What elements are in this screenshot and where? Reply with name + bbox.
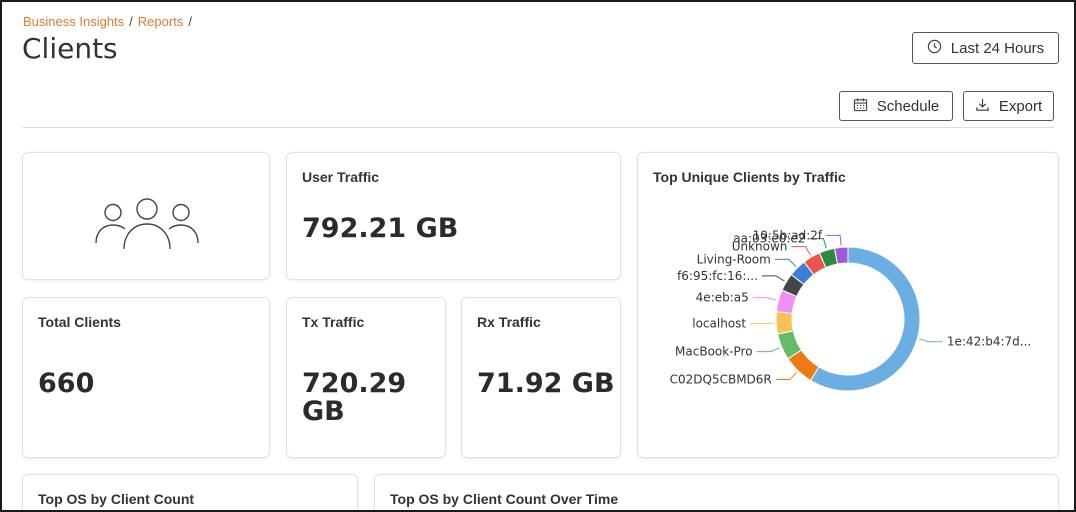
export-button[interactable]: Export [963,91,1054,121]
donut-leader-line [750,322,775,325]
breadcrumb: Business Insights / Reports / [23,14,192,29]
rx-traffic-value: 71.92 GB [477,368,615,399]
donut-leader-line [826,234,842,246]
donut-leader-line [761,275,785,282]
donut-slice[interactable] [833,246,849,265]
page-title: Clients [22,32,118,65]
donut-slice-label: C02DQ5CBMD6R [670,373,772,387]
time-range-label: Last 24 Hours [950,39,1045,57]
donut-leader-line [775,371,798,381]
breadcrumb-business-insights[interactable]: Business Insights [23,14,124,29]
app-frame: Business Insights / Reports / Clients La… [0,0,1076,512]
donut-leader-line [791,246,811,256]
donut-slice-label: MacBook-Pro [675,345,753,359]
donut-leader-line [756,347,780,353]
donut-leader-line [919,338,943,343]
top-os-over-time-title: Top OS by Client Count Over Time [390,491,619,507]
total-clients-title: Total Clients [38,314,121,330]
tx-traffic-value: 720.29 [302,368,407,399]
breadcrumb-separator: / [129,14,133,29]
calendar-icon [853,97,868,116]
top-os-card: Top OS by Client Count [22,474,358,510]
total-clients-card: Total Clients 660 [22,297,270,458]
donut-leader-line [774,258,797,267]
header-divider [22,127,1054,128]
user-traffic-card: User Traffic 792.21 GB [286,152,621,280]
rx-traffic-card: Rx Traffic 71.92 GB [461,297,621,458]
donut-slice[interactable] [809,246,921,392]
top-os-title: Top OS by Client Count [38,491,195,507]
breadcrumb-separator: / [188,14,192,29]
user-traffic-title: User Traffic [302,169,380,185]
donut-slice-label: f6:95:fc:16:... [677,269,758,283]
top-clients-card: Top Unique Clients by Traffic 1e:42:b4:7… [637,152,1059,458]
download-icon [975,97,990,116]
tx-traffic-unit: GB [302,396,345,427]
total-clients-value: 660 [38,368,95,399]
breadcrumb-reports[interactable]: Reports [138,14,184,29]
donut-slice-label: 10:5b:ad:2f [753,228,823,242]
schedule-label: Schedule [876,97,940,115]
export-label: Export [998,97,1043,115]
clients-icon-card [22,152,270,280]
donut-slice-label: localhost [692,317,746,331]
tx-traffic-title: Tx Traffic [302,314,365,330]
top-os-over-time-card: Top OS by Client Count Over Time [374,474,1059,510]
top-clients-donut-chart: 1e:42:b4:7d... C02DQ5CBMD6R MacBook-Pro loc… [670,228,1031,392]
donut-slice[interactable] [775,311,794,335]
clock-icon [927,39,942,58]
donut-leader-line [752,297,777,301]
tx-traffic-card: Tx Traffic 720.29 GB [286,297,446,458]
donut-slice-label: 4e:eb:a5 [696,291,749,305]
donut-slice-label: Living-Room [697,252,771,266]
user-traffic-value: 792.21 GB [302,213,459,244]
schedule-button[interactable]: Schedule [839,91,953,121]
rx-traffic-title: Rx Traffic [477,314,541,330]
time-range-button[interactable]: Last 24 Hours [912,32,1059,64]
donut-slice-label: 1e:42:b4:7d... [947,335,1031,349]
users-icon [95,198,199,250]
